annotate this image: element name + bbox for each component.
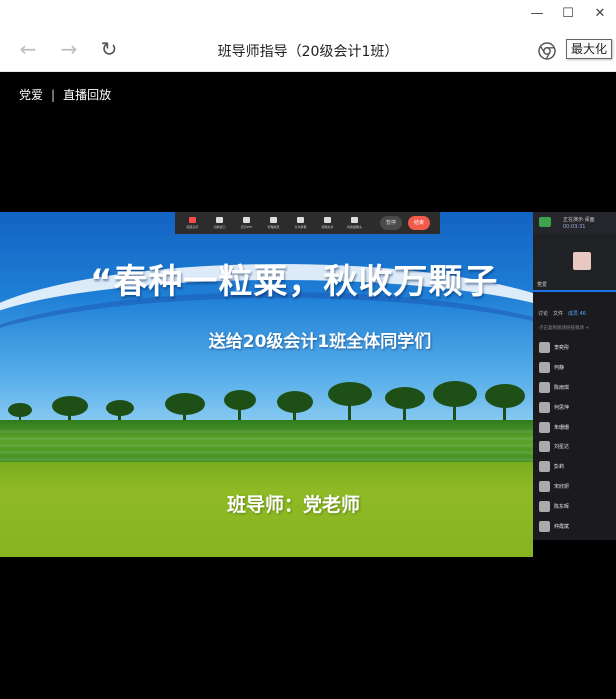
avatar — [539, 381, 550, 393]
avatar — [539, 362, 550, 374]
participant-name: 宋欣妍 — [554, 483, 570, 490]
participant-row[interactable]: 何思萍 — [533, 397, 616, 417]
participant-row[interactable]: 仲霞斌 — [533, 516, 616, 536]
participant-row[interactable]: 朱珊珊 — [533, 417, 616, 437]
tab-files[interactable]: 文件 — [553, 310, 563, 322]
page-title: 班导师指导（20级会计1班） — [217, 44, 399, 60]
avatar — [539, 401, 550, 413]
avatar — [539, 421, 550, 433]
avatar — [539, 461, 550, 473]
toolbar-switch-window[interactable]: 切换窗口 — [206, 212, 233, 234]
participant-row[interactable]: 彭莉 — [533, 457, 616, 477]
participant-name: 陈东晖 — [554, 503, 570, 510]
toolbar-label: 切换摄像头 — [346, 225, 362, 229]
participant-name: 陈雨琪 — [554, 384, 570, 391]
members-icon — [270, 217, 277, 223]
toolbar-end-share[interactable]: 结束演示 — [179, 212, 206, 234]
navigation-bar: ← → ↻ 班导师指导（20级会计1班） 最大化 — [0, 26, 616, 72]
participant-name: 仲霞斌 — [554, 523, 570, 530]
toolbar-members[interactable]: 管理成员 — [260, 212, 287, 234]
avatar — [539, 441, 550, 453]
participant-name: 李奕彤 — [554, 345, 570, 352]
breadcrumb-section[interactable]: 直播回放 — [63, 86, 111, 103]
participant-name: 何思萍 — [554, 404, 570, 411]
maximize-tooltip: 最大化 — [566, 39, 613, 59]
video-player[interactable]: “春种一粒粟，秋收万颗子 送给20级会计1班全体同学们 班导师：党老师 结束演示… — [0, 212, 616, 557]
window-icon — [216, 217, 223, 223]
toolbar-label: 显示PPT — [240, 225, 253, 229]
side-panel-header: 正在演示·桌面 00:03:31 — [533, 212, 616, 234]
toolbar-label: 切换窗口 — [213, 225, 226, 229]
share-icon — [297, 217, 304, 223]
tab-members[interactable]: 成员 46 — [568, 310, 586, 322]
participant-name: 彭莉 — [554, 464, 565, 471]
breadcrumb: 党爱 | 直播回放 — [19, 86, 111, 103]
invite-link[interactable]: 点击复制邀请链接邀请 + — [539, 325, 589, 331]
meeting-toolbar: 结束演示 切换窗口 显示PPT 管理成员 分享屏幕 视频共享 切换摄像头 暂停 … — [175, 212, 440, 234]
avatar — [539, 342, 550, 354]
participant-row[interactable]: 陈雨琪 — [533, 378, 616, 398]
side-panel-tabs: 讨论 文件 成员 46 — [533, 310, 616, 322]
participant-row[interactable]: 陈东晖 — [533, 496, 616, 516]
pause-button[interactable]: 暂停 — [380, 216, 403, 230]
sharing-status: 正在演示·桌面 — [563, 217, 595, 223]
back-icon[interactable]: ← — [17, 38, 39, 60]
end-button[interactable]: 结束 — [408, 216, 431, 230]
avatar — [539, 500, 550, 512]
toolbar-label: 结束演示 — [186, 225, 199, 229]
minimize-button[interactable]: — — [520, 0, 554, 26]
toolbar-video-share[interactable]: 视频共享 — [314, 212, 341, 234]
breadcrumb-separator: | — [51, 87, 56, 102]
slide-title: “春种一粒粟，秋收万颗子 — [90, 262, 499, 302]
toolbar-share-screen[interactable]: 分享屏幕 — [287, 212, 314, 234]
window-titlebar: — ☐ ✕ — [0, 0, 616, 26]
presentation-slide: “春种一粒粟，秋收万颗子 送给20级会计1班全体同学们 班导师：党老师 结束演示… — [0, 212, 533, 557]
slide-teacher: 班导师：党老师 — [226, 494, 360, 516]
camera-icon — [351, 217, 358, 223]
participant-name: 朱珊珊 — [554, 424, 570, 431]
participant-list: 李奕彤 何静 陈雨琪 何思萍 朱珊珊 刘星达 彭莉 宋欣妍 陈东晖 仲霞斌 — [533, 338, 616, 536]
participant-row[interactable]: 何静 — [533, 358, 616, 378]
meeting-side-panel: 正在演示·桌面 00:03:31 党爱 讨论 文件 成员 46 点击复制邀请链接… — [533, 212, 616, 540]
reload-icon[interactable]: ↻ — [98, 38, 120, 60]
close-button[interactable]: ✕ — [583, 0, 616, 26]
meeting-timer: 00:03:31 — [563, 224, 586, 230]
avatar — [539, 520, 550, 532]
toolbar-show-ppt[interactable]: 显示PPT — [233, 212, 260, 234]
maximize-button[interactable]: ☐ — [551, 0, 585, 26]
presenter-video[interactable]: 党爱 — [533, 234, 616, 292]
screen-share-icon — [539, 217, 551, 227]
participant-row[interactable]: 宋欣妍 — [533, 477, 616, 497]
presenter-name: 党爱 — [537, 282, 548, 288]
browser-logo-icon[interactable] — [538, 42, 556, 60]
forward-icon[interactable]: → — [58, 38, 80, 60]
ppt-icon — [243, 217, 250, 223]
participant-name: 刘星达 — [554, 444, 570, 451]
breadcrumb-brand[interactable]: 党爱 — [19, 86, 43, 103]
toolbar-label: 视频共享 — [321, 225, 334, 229]
participant-row[interactable]: 刘星达 — [533, 437, 616, 457]
participant-name: 何静 — [554, 365, 565, 372]
stop-share-icon — [189, 217, 196, 223]
presenter-avatar — [573, 252, 591, 270]
slide-subtitle: 送给20级会计1班全体同学们 — [208, 332, 432, 352]
video-icon — [324, 217, 331, 223]
avatar — [539, 480, 550, 492]
toolbar-switch-camera[interactable]: 切换摄像头 — [341, 212, 368, 234]
video-divider — [533, 290, 616, 292]
participant-row[interactable]: 李奕彤 — [533, 338, 616, 358]
slide-field-rows — [0, 430, 533, 464]
tab-discussion[interactable]: 讨论 — [538, 310, 548, 322]
toolbar-label: 分享屏幕 — [294, 225, 307, 229]
live-replay-area: 党爱 | 直播回放 “春种一粒粟，秋收万颗子 送给20级会计1班全体同学们 班导… — [0, 72, 616, 699]
toolbar-label: 管理成员 — [267, 225, 280, 229]
